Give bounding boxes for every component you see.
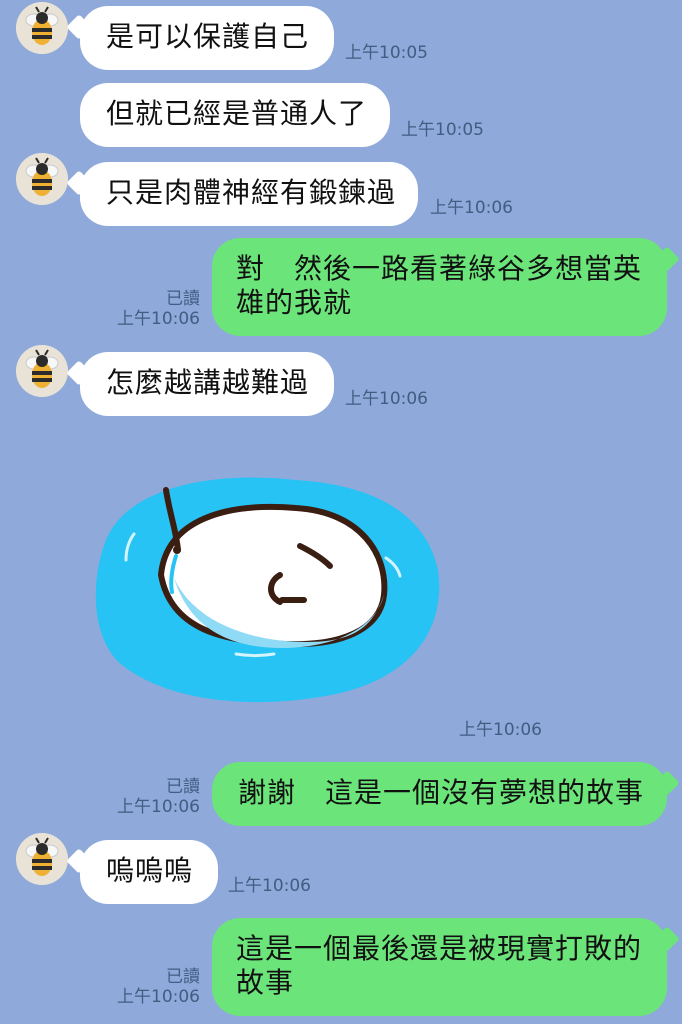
message-meta: 已讀 上午10:06	[117, 967, 200, 1007]
message-text: 謝謝 這是一個沒有夢想的故事	[238, 776, 645, 809]
message-text: 只是肉體神經有鍛鍊過	[106, 176, 397, 209]
bee-icon	[16, 833, 68, 885]
read-receipt: 已讀	[166, 777, 200, 797]
contact-avatar[interactable]	[16, 833, 68, 885]
message-text: 但就已經是普通人了	[106, 97, 368, 130]
contact-avatar[interactable]	[16, 153, 68, 205]
message-bubble-incoming[interactable]: 只是肉體神經有鍛鍊過	[80, 162, 418, 226]
message-bubble-outgoing[interactable]: 這是一個最後還是被現實打敗的故事	[212, 918, 667, 1016]
message-text: 是可以保護自己	[106, 20, 310, 53]
message-time: 上午10:06	[228, 876, 311, 896]
message-text: 嗚嗚嗚	[106, 854, 194, 887]
read-receipt: 已讀	[166, 967, 200, 987]
contact-avatar[interactable]	[16, 2, 68, 54]
read-receipt: 已讀	[166, 289, 200, 309]
contact-avatar[interactable]	[16, 345, 68, 397]
message-time: 上午10:06	[430, 198, 513, 218]
message-time: 上午10:06	[117, 797, 200, 817]
chat-view: 是可以保護自己 上午10:05 但就已經是普通人了 上午10:05 只是肉體神經…	[0, 0, 682, 1024]
message-time: 上午10:06	[345, 389, 428, 409]
message-time: 上午10:05	[345, 43, 428, 63]
message-bubble-outgoing[interactable]: 謝謝 這是一個沒有夢想的故事	[212, 762, 667, 826]
message-time: 上午10:06	[117, 987, 200, 1007]
message-bubble-incoming[interactable]: 但就已經是普通人了	[80, 83, 390, 147]
message-time: 上午10:06	[459, 720, 542, 740]
bee-icon	[16, 2, 68, 54]
message-bubble-incoming[interactable]: 怎麼越講越難過	[80, 352, 334, 416]
message-bubble-outgoing[interactable]: 對 然後一路看著綠谷多想當英雄的我就	[212, 238, 667, 336]
message-meta: 已讀 上午10:06	[117, 777, 200, 817]
message-text: 這是一個最後還是被現實打敗的故事	[236, 932, 643, 999]
message-time: 上午10:06	[117, 309, 200, 329]
message-bubble-incoming[interactable]: 是可以保護自己	[80, 6, 334, 70]
message-time: 上午10:05	[401, 120, 484, 140]
message-bubble-incoming[interactable]: 嗚嗚嗚	[80, 840, 218, 904]
crying-bird-sticker	[95, 477, 440, 703]
message-meta: 已讀 上午10:06	[117, 289, 200, 329]
sticker-message[interactable]	[86, 460, 446, 720]
bee-icon	[16, 345, 68, 397]
message-text: 對 然後一路看著綠谷多想當英雄的我就	[236, 252, 643, 319]
message-text: 怎麼越講越難過	[106, 366, 310, 399]
bee-icon	[16, 153, 68, 205]
